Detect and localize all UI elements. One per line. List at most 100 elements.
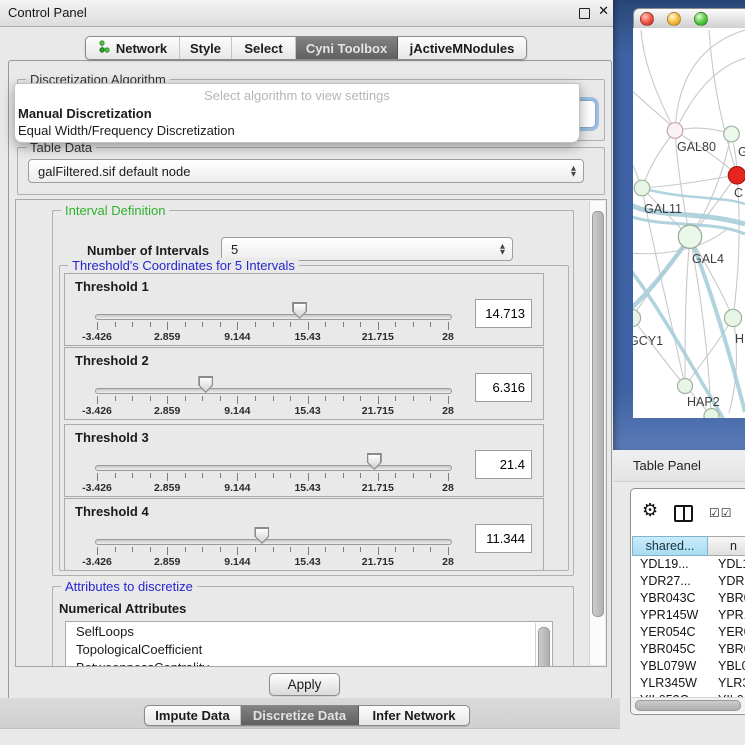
table-row[interactable]: YER054CYER0 (631, 624, 745, 641)
table-row[interactable]: YBR043CYBR0 (631, 590, 745, 607)
bottom-tab-infer-network[interactable]: Infer Network (359, 706, 469, 725)
slider-tick (448, 322, 449, 330)
slider-tick (290, 396, 291, 401)
slider-tick (378, 322, 379, 330)
slider-tick-label: 28 (442, 405, 454, 417)
attributes-group: Attributes to discretize Numerical Attri… (52, 586, 574, 667)
network-node[interactable] (634, 180, 650, 196)
slider-tick (255, 396, 256, 401)
scrollbar-thumb[interactable] (538, 627, 550, 667)
slider-tick (202, 547, 203, 552)
column-header-name[interactable]: n (708, 536, 745, 556)
list-item[interactable]: TopologicalCoefficient (66, 640, 552, 658)
slider-track[interactable] (95, 465, 452, 471)
panel-title: Control Panel (8, 5, 87, 20)
list-item[interactable]: BetweennessCentrality (66, 658, 552, 667)
slider-tick-label: 21.715 (362, 331, 394, 343)
list-item[interactable]: SelfLoops (66, 622, 552, 640)
thresholds-group: Threshold's Coordinates for 5 Intervals … (59, 265, 569, 571)
slider-tick (395, 473, 396, 478)
close-traffic-light-icon[interactable] (640, 12, 654, 26)
slider-track[interactable] (95, 314, 452, 320)
slider-tick (360, 322, 361, 327)
network-window-titlebar[interactable] (633, 8, 745, 30)
slider-tick (255, 547, 256, 552)
column-checkboxes-icon[interactable]: ☑☑ (709, 506, 733, 520)
threshold-value-field[interactable] (475, 524, 532, 553)
table-row[interactable]: YBR045CYBR0 (631, 641, 745, 658)
network-canvas[interactable]: GAL80GCGAL11GAL4GCY1HHAP2 (633, 28, 745, 418)
slider-track[interactable] (95, 539, 452, 545)
scrollbar-thumb[interactable] (635, 700, 741, 711)
cell-name: YDR2 (718, 574, 745, 588)
slider-tick (237, 396, 238, 404)
slider-tick (202, 473, 203, 478)
slider-tick (97, 396, 98, 404)
threshold-4-panel: Threshold 4-3.4262.8599.14415.4321.71528 (64, 498, 544, 571)
table-row[interactable]: YBL079WYBL0 (631, 658, 745, 675)
threshold-label: Threshold 1 (75, 279, 149, 294)
network-node[interactable] (633, 309, 641, 326)
slider-tick-label: 21.715 (362, 405, 394, 417)
tab-jactivemnodules[interactable]: jActiveMNodules (398, 37, 526, 59)
tab-network[interactable]: Network (86, 37, 180, 59)
slider-tick (290, 322, 291, 327)
threshold-value-field[interactable] (475, 373, 532, 402)
network-node[interactable] (704, 409, 719, 419)
panel-scrollbar[interactable] (589, 201, 605, 665)
tab-cyni-toolbox[interactable]: Cyni Toolbox (296, 37, 398, 59)
slider-tick-label: 2.859 (154, 556, 180, 568)
threshold-value-field[interactable] (475, 450, 532, 479)
list-scrollbar[interactable] (535, 623, 551, 667)
bottom-tab-discretize-data[interactable]: Discretize Data (241, 706, 359, 725)
slider-tick-label: -3.426 (82, 556, 112, 568)
apply-button[interactable]: Apply (269, 673, 340, 696)
slider-tick-label: 9.144 (224, 556, 250, 568)
spinner-icon[interactable]: ▲▼ (500, 243, 505, 255)
zoom-traffic-light-icon[interactable] (694, 12, 708, 26)
table-row[interactable]: YDR27... YDR2 (631, 573, 745, 590)
network-node-label: GAL11 (644, 202, 682, 216)
column-header-shared-name[interactable]: shared... (632, 536, 708, 556)
table-data-combobox[interactable]: galFiltered.sif default node ▲▼ (28, 159, 584, 183)
network-node[interactable] (728, 167, 745, 184)
network-node-label: GCY1 (633, 334, 663, 348)
table-panel-header: Table Panel (613, 450, 745, 482)
slider-tick (150, 473, 151, 478)
split-panel-icon[interactable] (674, 505, 693, 522)
network-node[interactable] (678, 379, 693, 394)
scrollbar-thumb[interactable] (592, 211, 604, 617)
dropdown-placeholder: Select algorithm to view settings (15, 88, 579, 103)
network-node[interactable] (667, 123, 683, 139)
table-row[interactable]: YPR145WYPR1 (631, 607, 745, 624)
table-row[interactable]: YLR345WYLR3 (631, 675, 745, 692)
network-node[interactable] (724, 126, 740, 142)
slider-tick-label: 2.859 (154, 482, 180, 494)
gear-icon[interactable]: ⚙ (642, 502, 658, 520)
close-icon[interactable]: ✕ (598, 4, 609, 19)
network-node[interactable] (678, 225, 701, 248)
float-window-icon[interactable] (579, 8, 590, 19)
slider-tick-label: 15.43 (294, 331, 320, 343)
tab-select[interactable]: Select (232, 37, 296, 59)
spinner-icon[interactable]: ▲▼ (571, 165, 576, 177)
slider-tick (413, 396, 414, 401)
table-panel-title: Table Panel (633, 458, 701, 473)
slider-tick (343, 473, 344, 478)
dropdown-option-equal-width-frequency[interactable]: Equal Width/Frequency Discretization (15, 122, 579, 139)
cell-shared-name: YLR345W (640, 676, 697, 690)
cell-shared-name: YDR27... (640, 574, 691, 588)
network-tree-icon (98, 40, 111, 56)
dropdown-option-manual-discretization[interactable]: Manual Discretization (15, 105, 579, 122)
network-node[interactable] (724, 309, 741, 326)
tab-style[interactable]: Style (180, 37, 232, 59)
table-horizontal-scrollbar[interactable] (631, 697, 745, 713)
threshold-value-field[interactable] (475, 299, 532, 328)
bottom-tab-impute-data[interactable]: Impute Data (145, 706, 241, 725)
minimize-traffic-light-icon[interactable] (667, 12, 681, 26)
slider-track[interactable] (95, 388, 452, 394)
table-row[interactable]: YDL19...YDL1 (631, 556, 745, 573)
slider-tick (290, 547, 291, 552)
slider-tick (360, 547, 361, 552)
slider-tick-label: 9.144 (224, 405, 250, 417)
